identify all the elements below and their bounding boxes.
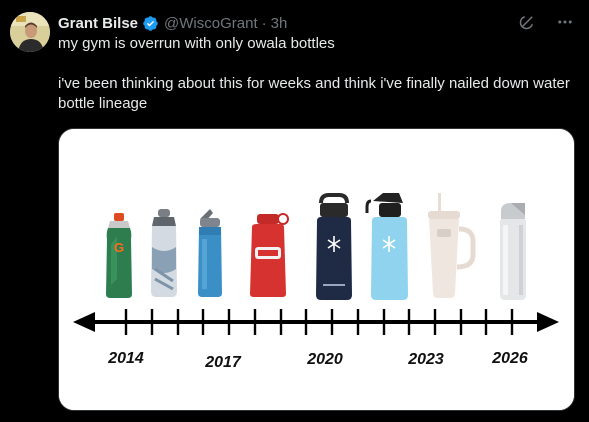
year-label-2017: 2017 [204,354,242,371]
bottle-timeline-image: G 2014 2017 2020 2023 2026 [59,129,574,410]
avatar[interactable] [10,12,50,52]
grok-icon[interactable] [517,12,537,32]
more-icon[interactable] [555,12,575,32]
year-label-2020: 2020 [306,351,343,368]
verified-badge-icon [142,15,159,32]
bottle-hydro-flask-navy [316,193,352,300]
year-label-2023: 2023 [407,351,444,368]
svg-text:G: G [114,240,124,255]
avatar-image [10,12,50,52]
post-time[interactable]: 3h [271,15,288,32]
year-label-2014: 2014 [107,350,144,367]
post-text-line-2: i've been thinking about this for weeks … [58,75,570,112]
post-actions-top [517,12,575,32]
post-text-line-1: my gym is overrun with only owala bottle… [58,35,335,52]
author-handle[interactable]: @WiscoGrant [164,15,258,32]
year-label-2026: 2026 [491,350,528,367]
bottle-nalgene [250,213,289,297]
bottle-camelbak-eddy [198,209,222,297]
bottle-owala [500,203,526,300]
bottle-camelbak-podium [151,209,177,297]
post-header: Grant Bilse @WiscoGrant · 3h [58,13,287,33]
bottle-gatorade: G [106,213,132,298]
author-name[interactable]: Grant Bilse [58,15,138,32]
post-media-image[interactable]: G 2014 2017 2020 2023 2026 [58,128,575,411]
header-separator: · [261,14,267,32]
post-text: my gym is overrun with only owala bottle… [58,34,573,114]
